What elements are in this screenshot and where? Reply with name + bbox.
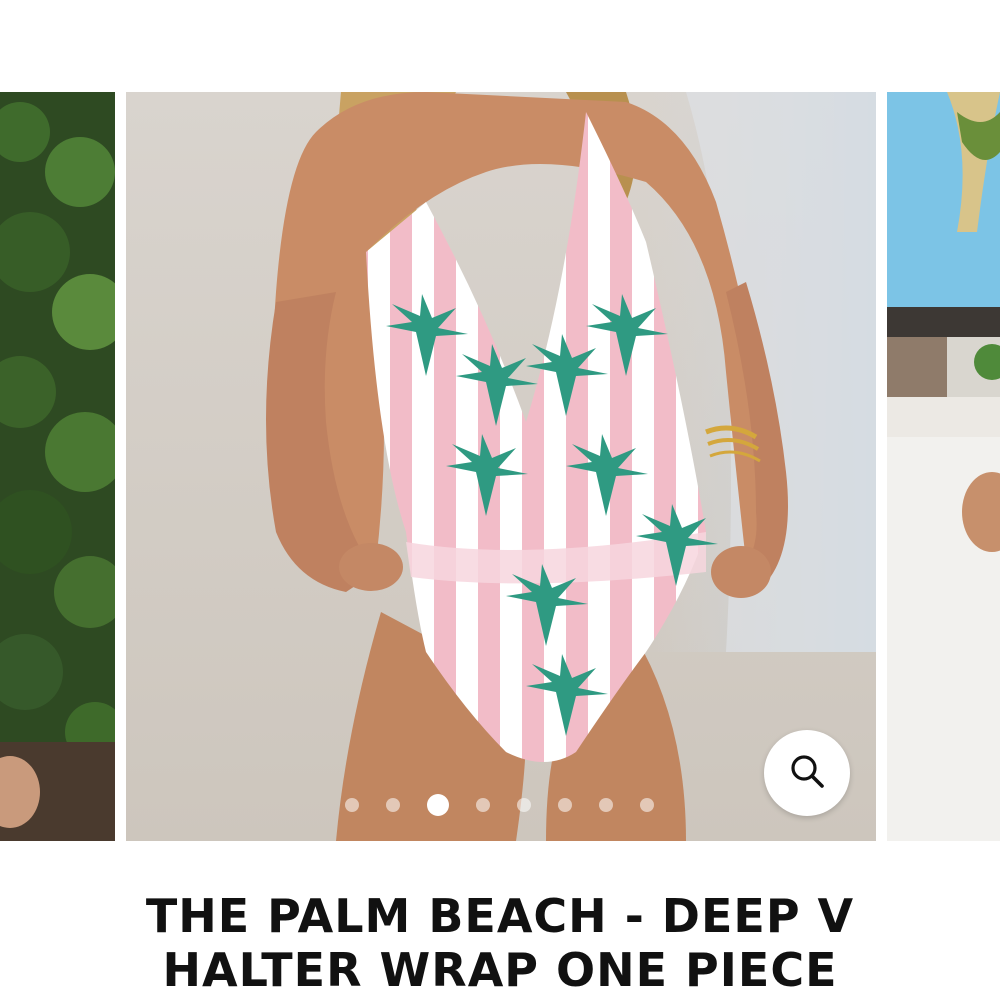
product-title-line-1: THE PALM BEACH - DEEP V (145, 889, 855, 943)
carousel-dot[interactable] (558, 798, 572, 812)
previous-slide-image[interactable] (0, 92, 115, 841)
main-product-image[interactable] (126, 92, 876, 841)
carousel-pagination (0, 794, 1000, 816)
product-image-carousel[interactable] (0, 92, 1000, 841)
magnifier-icon (786, 750, 828, 797)
product-title: THE PALM BEACH - DEEP V HALTER WRAP ONE … (0, 889, 1000, 997)
carousel-dot-active[interactable] (427, 794, 449, 816)
carousel-dot[interactable] (517, 798, 531, 812)
carousel-dot[interactable] (640, 798, 654, 812)
carousel-dot[interactable] (476, 798, 490, 812)
carousel-dot[interactable] (345, 798, 359, 812)
product-title-line-2: HALTER WRAP ONE PIECE (162, 943, 838, 997)
next-slide-image[interactable] (887, 92, 1000, 841)
carousel-dot[interactable] (386, 798, 400, 812)
carousel-dot[interactable] (599, 798, 613, 812)
